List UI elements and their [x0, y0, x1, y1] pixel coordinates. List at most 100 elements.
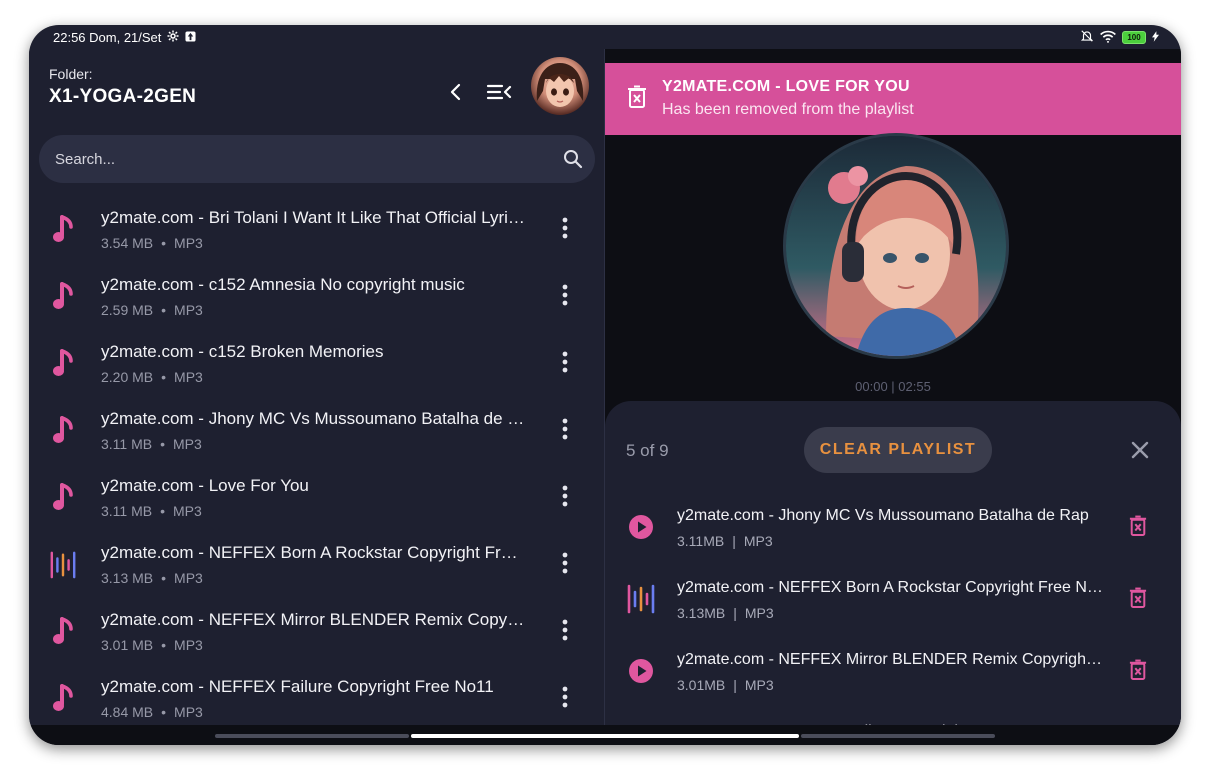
more-options-button[interactable]	[553, 483, 577, 513]
upload-notification-icon	[185, 30, 196, 45]
play-circle-icon[interactable]	[623, 655, 659, 687]
playlist-format: MP3	[743, 533, 773, 549]
home-gesture-pill[interactable]	[411, 734, 799, 738]
file-meta: 3.13 MB • MP3	[101, 570, 203, 586]
more-options-button[interactable]	[553, 215, 577, 245]
playlist-size: 3.11MB	[677, 533, 725, 549]
avatar[interactable]	[531, 57, 589, 115]
remove-from-playlist-button[interactable]	[1129, 515, 1151, 541]
file-format: MP3	[174, 570, 203, 586]
playlist-sheet: 5 of 9 CLEAR PLAYLIST y2mate.com - Jhony…	[605, 401, 1181, 745]
file-size: 4.84 MB	[101, 704, 154, 720]
file-title: y2mate.com - Bri Tolani I Want It Like T…	[101, 208, 527, 227]
file-row[interactable]: y2mate.com - c152 Broken Memories 2.20 MB…	[29, 331, 605, 398]
file-list: y2mate.com - Bri Tolani I Want It Like T…	[29, 197, 605, 733]
music-note-icon	[49, 481, 77, 515]
file-row[interactable]: y2mate.com - NEFFEX Failure Copyright Fr…	[29, 666, 605, 733]
avatar-illustration-icon	[536, 63, 584, 107]
more-options-button[interactable]	[553, 416, 577, 446]
more-vert-icon	[562, 417, 568, 446]
battery-indicator: 100	[1122, 31, 1146, 44]
clear-playlist-button[interactable]: CLEAR PLAYLIST	[804, 427, 992, 473]
separator-dot: •	[161, 637, 167, 653]
file-format: MP3	[174, 235, 203, 251]
more-vert-icon	[562, 551, 568, 580]
play-circle-icon[interactable]	[623, 511, 659, 543]
music-note-icon	[49, 682, 77, 716]
remove-from-playlist-button[interactable]	[1129, 587, 1151, 613]
more-vert-icon	[562, 685, 568, 714]
playlist-meta: 3.13MB | MP3	[677, 605, 774, 621]
separator-dot: •	[161, 302, 167, 318]
music-note-icon	[49, 280, 77, 314]
more-options-button[interactable]	[553, 349, 577, 379]
playlist-title: y2mate.com - NEFFEX Mirror BLENDER Remix…	[677, 651, 1103, 668]
playlist-row[interactable]: y2mate.com - NEFFEX Born A Rockstar Copy…	[605, 567, 1181, 639]
music-note-icon	[49, 347, 77, 381]
more-vert-icon	[562, 484, 568, 513]
file-row[interactable]: y2mate.com - Jhony MC Vs Mussoumano Bata…	[29, 398, 605, 465]
file-meta: 4.84 MB • MP3	[101, 704, 203, 720]
trash-icon	[1129, 659, 1147, 685]
nav-right-segment	[801, 734, 995, 738]
playlist-size: 3.01MB	[677, 677, 726, 693]
back-button[interactable]	[441, 77, 471, 107]
file-size: 2.20 MB	[101, 369, 154, 385]
album-cover	[783, 133, 1009, 359]
search-button[interactable]	[551, 149, 595, 169]
charging-bolt-icon	[1152, 30, 1159, 45]
file-title: y2mate.com - Love For You	[101, 476, 309, 495]
album-art-illustration-icon	[786, 136, 1006, 356]
playlist-format: MP3	[744, 605, 774, 621]
status-time-date: 22:56 Dom, 21/Set	[53, 30, 162, 45]
more-vert-icon	[562, 350, 568, 379]
separator-bar: |	[733, 677, 737, 693]
trash-icon	[627, 85, 647, 114]
search-input[interactable]	[39, 149, 551, 169]
file-row[interactable]: y2mate.com - NEFFEX Mirror BLENDER Remix…	[29, 599, 605, 666]
queue-menu-button[interactable]	[484, 77, 514, 107]
file-row[interactable]: y2mate.com - Bri Tolani I Want It Like T…	[29, 197, 605, 264]
file-title: y2mate.com - NEFFEX Failure Copyright Fr…	[101, 677, 494, 696]
file-row[interactable]: y2mate.com - c152 Amnesia No copyright m…	[29, 264, 605, 331]
playlist-count: 5 of 9	[626, 441, 669, 460]
file-meta: 2.20 MB • MP3	[101, 369, 203, 385]
file-row[interactable]: y2mate.com - Love For You 3.11 MB • MP3	[29, 465, 605, 532]
navigation-bar	[29, 725, 1181, 745]
file-meta: 3.11 MB • MP3	[101, 436, 202, 452]
search-bar[interactable]	[39, 135, 595, 183]
playlist-title: y2mate.com - NEFFEX Born A Rockstar Copy…	[677, 579, 1103, 596]
playlist-menu-icon	[486, 84, 512, 100]
search-icon	[564, 150, 583, 169]
separator-bar: |	[733, 605, 737, 621]
wifi-icon	[1100, 30, 1116, 46]
playlist-row[interactable]: y2mate.com - NEFFEX Mirror BLENDER Remix…	[605, 639, 1181, 711]
file-meta: 3.01 MB • MP3	[101, 637, 203, 653]
separator-dot: •	[161, 570, 167, 586]
folder-name: X1-YOGA-2GEN	[49, 86, 197, 107]
status-bar: 22:56 Dom, 21/Set 100	[29, 25, 1181, 49]
music-note-icon	[49, 213, 77, 247]
close-icon	[1131, 441, 1149, 459]
more-options-button[interactable]	[553, 282, 577, 312]
more-vert-icon	[562, 618, 568, 647]
removed-toast: Y2MATE.COM - LOVE FOR YOU Has been remov…	[605, 63, 1181, 135]
playlist-row[interactable]: y2mate.com - Jhony MC Vs Mussoumano Bata…	[605, 495, 1181, 567]
file-browser-pane: Folder: X1-YOGA-2GEN y2mate.com - Bri	[29, 49, 605, 745]
toast-message: Has been removed from the playlist	[662, 101, 914, 118]
more-options-button[interactable]	[553, 550, 577, 580]
playlist-meta: 3.11MB | MP3	[677, 533, 773, 549]
separator-bar: |	[732, 533, 736, 549]
more-options-button[interactable]	[553, 684, 577, 714]
file-row[interactable]: y2mate.com - NEFFEX Born A Rockstar Copy…	[29, 532, 605, 599]
remove-from-playlist-button[interactable]	[1129, 659, 1151, 685]
file-title: y2mate.com - Jhony MC Vs Mussoumano Bata…	[101, 409, 527, 428]
file-size: 3.01 MB	[101, 637, 154, 653]
file-title: y2mate.com - c152 Broken Memories	[101, 342, 384, 361]
separator-dot: •	[161, 369, 167, 385]
file-size: 3.13 MB	[101, 570, 154, 586]
trash-icon	[1129, 587, 1147, 613]
music-note-icon	[49, 615, 77, 649]
more-options-button[interactable]	[553, 617, 577, 647]
close-playlist-button[interactable]	[1129, 439, 1151, 461]
